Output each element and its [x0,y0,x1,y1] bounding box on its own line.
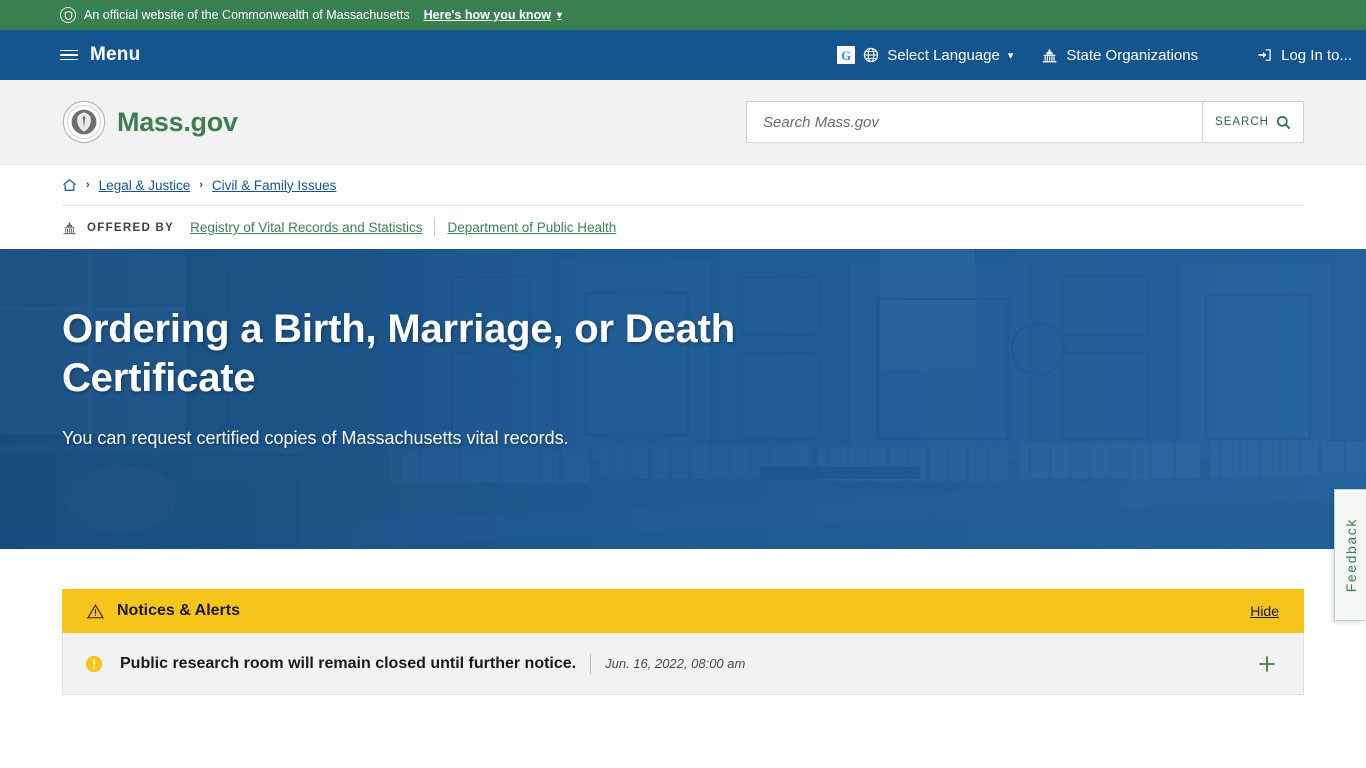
how-you-know-label: Here's how you know [423,8,551,22]
breadcrumb-separator: › [199,179,203,191]
hero-content: Ordering a Birth, Marriage, or Death Cer… [0,249,1366,449]
state-organizations-button[interactable]: State Organizations [1027,47,1212,64]
site-search: SEARCH [746,101,1304,143]
breadcrumb-item-legal-justice[interactable]: Legal & Justice [99,178,191,193]
offered-by-divider [434,219,436,236]
warning-triangle-icon [87,603,104,618]
how-you-know-toggle[interactable]: Here's how you know ▾ [424,8,562,22]
nav-right-group: G Select Language ▾ State Organizations … [823,30,1366,80]
exclamation-circle-icon [85,655,103,672]
alert-expand-button[interactable] [1256,653,1278,675]
breadcrumb: › Legal & Justice › Civil & Family Issue… [62,165,1304,206]
site-header: Mass.gov SEARCH [0,80,1366,165]
hero-banner: Ordering a Birth, Marriage, or Death Cer… [0,249,1366,549]
alert-timestamp: Jun. 16, 2022, 08:00 am [605,656,746,671]
breadcrumb-band: › Legal & Justice › Civil & Family Issue… [0,165,1366,206]
site-logo-link[interactable]: Mass.gov [62,100,238,144]
official-website-banner: An official website of the Commonwealth … [0,0,1366,30]
chevron-down-icon: ▾ [556,9,562,21]
alerts-header-left: Notices & Alerts [87,602,240,620]
menu-button[interactable]: Menu [60,44,140,66]
offered-by-row: OFFERED BY Registry of Vital Records and… [62,206,1304,249]
offered-by-org-registry[interactable]: Registry of Vital Records and Statistics [190,220,422,235]
capitol-icon [63,221,76,234]
log-in-label: Log In to... [1281,46,1352,64]
notices-and-alerts-section: Notices & Alerts Hide Public research ro… [0,549,1366,695]
alert-divider [590,653,592,674]
globe-icon [864,47,879,63]
log-in-button[interactable]: Log In to... [1242,47,1366,64]
google-translate-icon: G [837,46,856,64]
capitol-icon [1043,48,1057,62]
primary-navigation-bar: Menu G Select Language ▾ State Organizat… [0,30,1366,80]
state-seal-icon [60,7,76,23]
breadcrumb-item-civil-family-issues[interactable]: Civil & Family Issues [212,178,337,193]
select-language-button[interactable]: G Select Language ▾ [823,46,1027,64]
login-arrow-icon [1258,49,1271,61]
search-button[interactable]: SEARCH [1202,102,1303,142]
state-organizations-label: State Organizations [1066,46,1199,64]
offered-by-organizations: Registry of Vital Records and Statistics… [190,219,616,236]
alert-item[interactable]: Public research room will remain closed … [62,633,1304,695]
massachusetts-state-seal-icon [62,100,106,144]
page-title: Ordering a Birth, Marriage, or Death Cer… [62,307,735,400]
feedback-tab[interactable]: Feedback [1334,489,1366,621]
plus-icon [1259,655,1275,672]
official-banner-text: An official website of the Commonwealth … [84,8,410,22]
search-icon [1276,115,1291,129]
alerts-header-title: Notices & Alerts [117,602,240,619]
offered-by-label: OFFERED BY [87,221,175,234]
alerts-header: Notices & Alerts Hide [62,589,1304,633]
breadcrumb-separator: › [86,179,90,191]
search-button-label: SEARCH [1215,116,1269,128]
brand-name: Mass.gov [117,106,238,137]
select-language-label: Select Language [887,46,1000,64]
hamburger-icon [60,49,78,61]
home-icon[interactable] [62,178,77,192]
chevron-down-icon: ▾ [1007,49,1014,62]
offered-by-org-dph[interactable]: Department of Public Health [447,220,616,235]
menu-button-label: Menu [90,44,141,65]
alerts-hide-button[interactable]: Hide [1250,603,1279,619]
alert-message: Public research room will remain closed … [120,654,577,672]
page-subtitle: You can request certified copies of Mass… [62,427,569,448]
feedback-tab-label: Feedback [1342,517,1359,593]
search-input[interactable] [747,102,1202,142]
